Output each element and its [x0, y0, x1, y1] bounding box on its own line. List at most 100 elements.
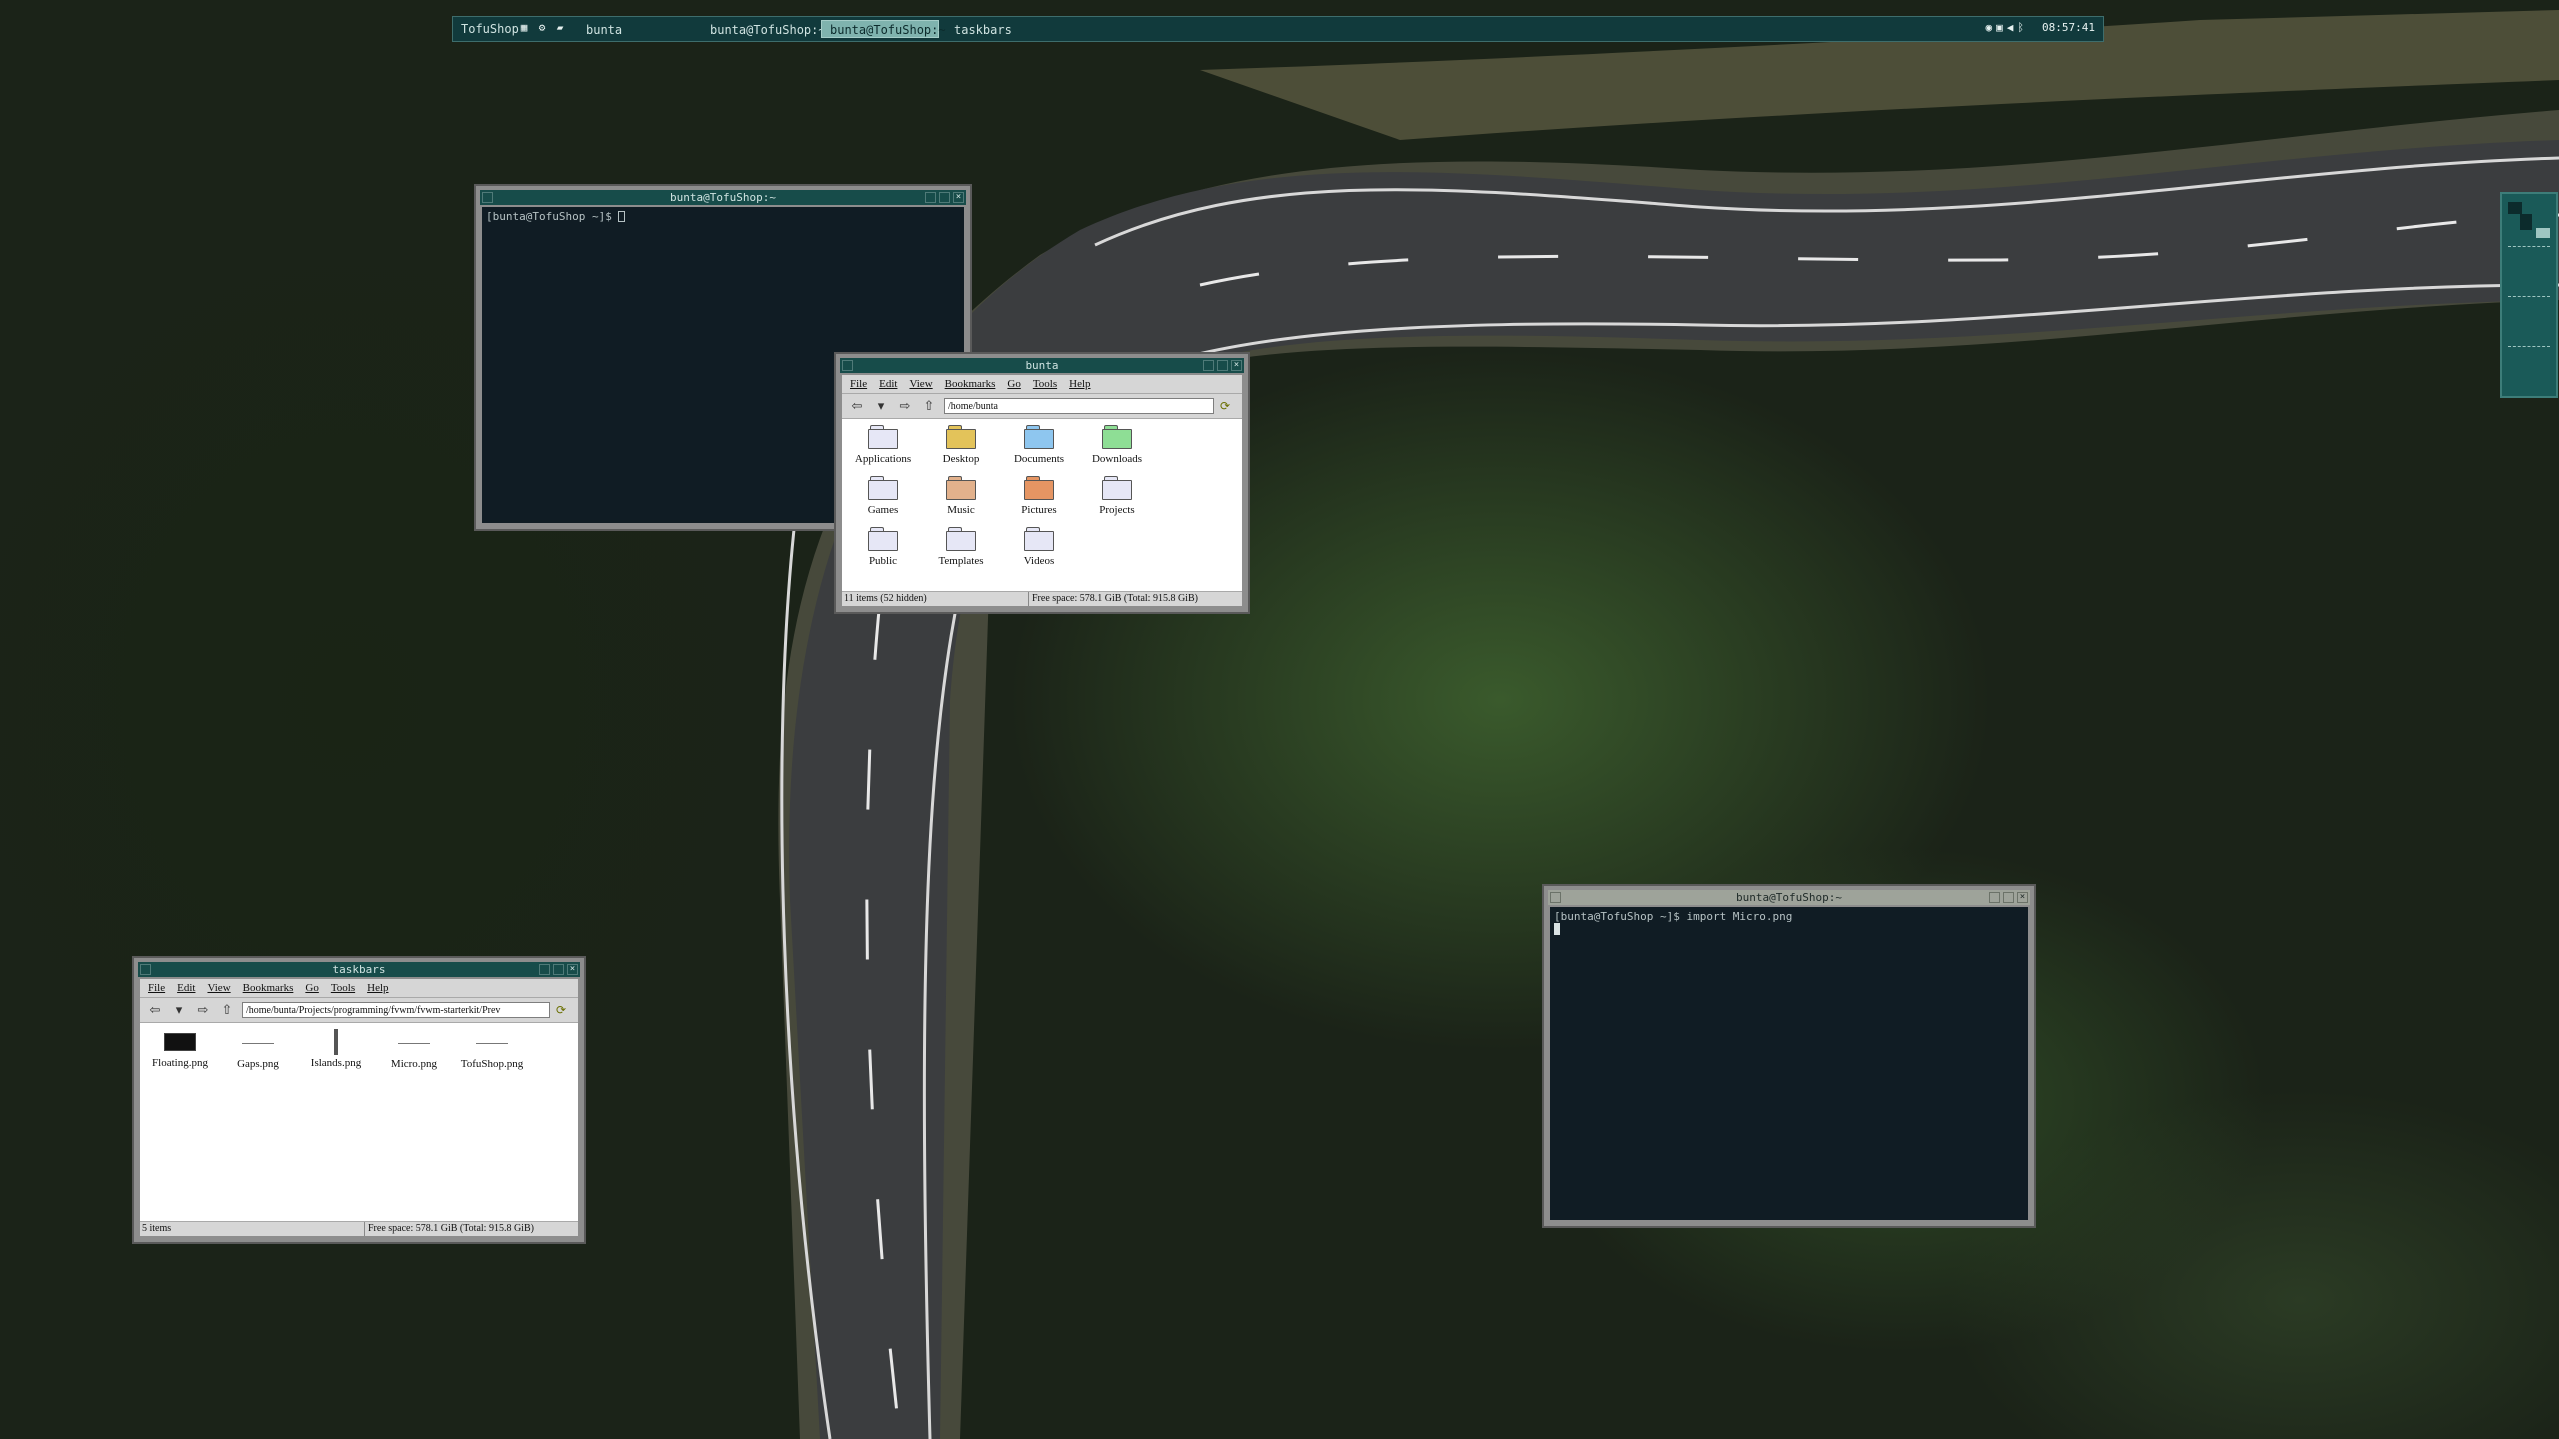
- titlebar[interactable]: taskbars ×: [138, 962, 580, 977]
- menu-bookmarks[interactable]: Bookmarks: [945, 375, 996, 393]
- close-icon[interactable]: ×: [953, 192, 964, 203]
- volume-icon[interactable]: ◀: [2007, 21, 2014, 34]
- menu-help[interactable]: Help: [1069, 375, 1090, 393]
- status-free-space: Free space: 578.1 GiB (Total: 915.8 GiB): [1032, 593, 1198, 604]
- desktop-pager[interactable]: [2500, 192, 2558, 398]
- location-bar[interactable]: /home/bunta: [944, 398, 1214, 414]
- go-icon[interactable]: ⟳: [1220, 399, 1230, 414]
- folder-icon[interactable]: ▰: [553, 21, 567, 35]
- minimize-icon[interactable]: [1203, 360, 1214, 371]
- steam-icon[interactable]: ◉: [1986, 21, 1993, 34]
- menu-edit[interactable]: Edit: [879, 375, 897, 393]
- image-thumbnail-icon: [242, 1033, 274, 1044]
- file-item[interactable]: Floating.png: [144, 1029, 216, 1069]
- menu-go[interactable]: Go: [1007, 375, 1020, 393]
- folder-item[interactable]: Downloads: [1081, 425, 1153, 465]
- titlebar[interactable]: bunta@TofuShop:~ ×: [480, 190, 966, 205]
- terminal-window-bottom[interactable]: bunta@TofuShop:~ × [bunta@TofuShop ~]$ i…: [1542, 884, 2036, 1228]
- menu-help[interactable]: Help: [367, 979, 388, 997]
- maximize-icon[interactable]: [1217, 360, 1228, 371]
- folder-icon: [868, 476, 898, 500]
- bluetooth-icon[interactable]: ᛒ: [2017, 21, 2024, 34]
- file-view: Floating.png Gaps.png Islands.png Micro.…: [140, 1023, 578, 1222]
- back-arrow-icon[interactable]: ⇦: [146, 1002, 164, 1018]
- status-item-count: 11 items (52 hidden): [842, 592, 1029, 606]
- folder-item[interactable]: Videos: [1003, 527, 1075, 567]
- controller-icon[interactable]: ▣: [1996, 21, 2003, 34]
- history-dropdown-icon[interactable]: ▾: [872, 398, 890, 414]
- folder-icon: [868, 527, 898, 551]
- menu-bookmarks[interactable]: Bookmarks: [243, 979, 294, 997]
- image-thumbnail-icon: [334, 1029, 338, 1055]
- folder-item[interactable]: Games: [847, 476, 919, 516]
- history-dropdown-icon[interactable]: ▾: [170, 1002, 188, 1018]
- go-icon[interactable]: ⟳: [556, 1003, 566, 1018]
- up-arrow-icon[interactable]: ⇧: [920, 398, 938, 414]
- menu-go[interactable]: Go: [305, 979, 318, 997]
- location-bar[interactable]: /home/bunta/Projects/programming/fvwm/fv…: [242, 1002, 550, 1018]
- forward-arrow-icon[interactable]: ⇨: [194, 1002, 212, 1018]
- close-icon[interactable]: ×: [2017, 892, 2028, 903]
- menu-edit[interactable]: Edit: [177, 979, 195, 997]
- menu-tools[interactable]: Tools: [331, 979, 355, 997]
- folder-item[interactable]: Public: [847, 527, 919, 567]
- image-thumbnail-icon: [476, 1033, 508, 1044]
- window-menu-icon[interactable]: [842, 360, 853, 371]
- close-icon[interactable]: ×: [1231, 360, 1242, 371]
- file-item[interactable]: Gaps.png: [222, 1029, 294, 1070]
- file-item[interactable]: Micro.png: [378, 1029, 450, 1070]
- settings-icon[interactable]: ⚙: [535, 21, 549, 35]
- status-bar: 5 items Free space: 578.1 GiB (Total: 91…: [140, 1221, 578, 1236]
- folder-item[interactable]: Pictures: [1003, 476, 1075, 516]
- folder-item[interactable]: Templates: [925, 527, 997, 567]
- folder-icon: [946, 476, 976, 500]
- minimize-icon[interactable]: [925, 192, 936, 203]
- task-terminal-1[interactable]: bunta@TofuShop:~: [701, 20, 826, 38]
- maximize-icon[interactable]: [2003, 892, 2014, 903]
- menu-bar: File Edit View Bookmarks Go Tools Help: [140, 979, 578, 998]
- up-arrow-icon[interactable]: ⇧: [218, 1002, 236, 1018]
- folder-item[interactable]: Music: [925, 476, 997, 516]
- folder-icon: [1024, 527, 1054, 551]
- file-manager-taskbars[interactable]: taskbars × File Edit View Bookmarks Go T…: [132, 956, 586, 1244]
- maximize-icon[interactable]: [939, 192, 950, 203]
- hostname-label: TofuShop: [461, 22, 519, 36]
- folder-icon: [1024, 476, 1054, 500]
- menu-bar: File Edit View Bookmarks Go Tools Help: [842, 375, 1242, 394]
- window-menu-icon[interactable]: [140, 964, 151, 975]
- window-menu-icon[interactable]: [1550, 892, 1561, 903]
- file-manager-home[interactable]: bunta × File Edit View Bookmarks Go Tool…: [834, 352, 1250, 614]
- menu-file[interactable]: File: [850, 375, 867, 393]
- file-item[interactable]: TofuShop.png: [456, 1029, 528, 1070]
- minimize-icon[interactable]: [539, 964, 550, 975]
- folder-item[interactable]: Desktop: [925, 425, 997, 465]
- folder-item[interactable]: Projects: [1081, 476, 1153, 516]
- folder-item[interactable]: Applications: [847, 425, 919, 465]
- titlebar[interactable]: bunta@TofuShop:~ ×: [1548, 890, 2030, 905]
- pager-window: [2508, 202, 2522, 214]
- close-icon[interactable]: ×: [567, 964, 578, 975]
- back-arrow-icon[interactable]: ⇦: [848, 398, 866, 414]
- file-manager-icon[interactable]: ▦: [517, 21, 531, 35]
- window-menu-icon[interactable]: [482, 192, 493, 203]
- folder-icon: [946, 527, 976, 551]
- task-bunta[interactable]: bunta: [577, 20, 687, 38]
- window-title: bunta: [1025, 359, 1059, 372]
- minimize-icon[interactable]: [1989, 892, 2000, 903]
- menu-view[interactable]: View: [207, 979, 230, 997]
- forward-arrow-icon[interactable]: ⇨: [896, 398, 914, 414]
- pager-divider: [2508, 296, 2550, 297]
- terminal-output[interactable]: [bunta@TofuShop ~]$ import Micro.png: [1550, 907, 2028, 1220]
- task-terminal-2[interactable]: bunta@TofuShop:~: [821, 20, 946, 38]
- top-panel: TofuShop ▦ ⚙ ▰ bunta bunta@TofuShop:~ bu…: [452, 16, 2104, 42]
- maximize-icon[interactable]: [553, 964, 564, 975]
- menu-tools[interactable]: Tools: [1033, 375, 1057, 393]
- pager-window: [2536, 228, 2550, 238]
- folder-item[interactable]: Documents: [1003, 425, 1075, 465]
- status-bar: 11 items (52 hidden) Free space: 578.1 G…: [842, 591, 1242, 606]
- menu-view[interactable]: View: [909, 375, 932, 393]
- titlebar[interactable]: bunta ×: [840, 358, 1244, 373]
- file-item[interactable]: Islands.png: [300, 1029, 372, 1069]
- menu-file[interactable]: File: [148, 979, 165, 997]
- task-taskbars[interactable]: taskbars: [945, 20, 1055, 38]
